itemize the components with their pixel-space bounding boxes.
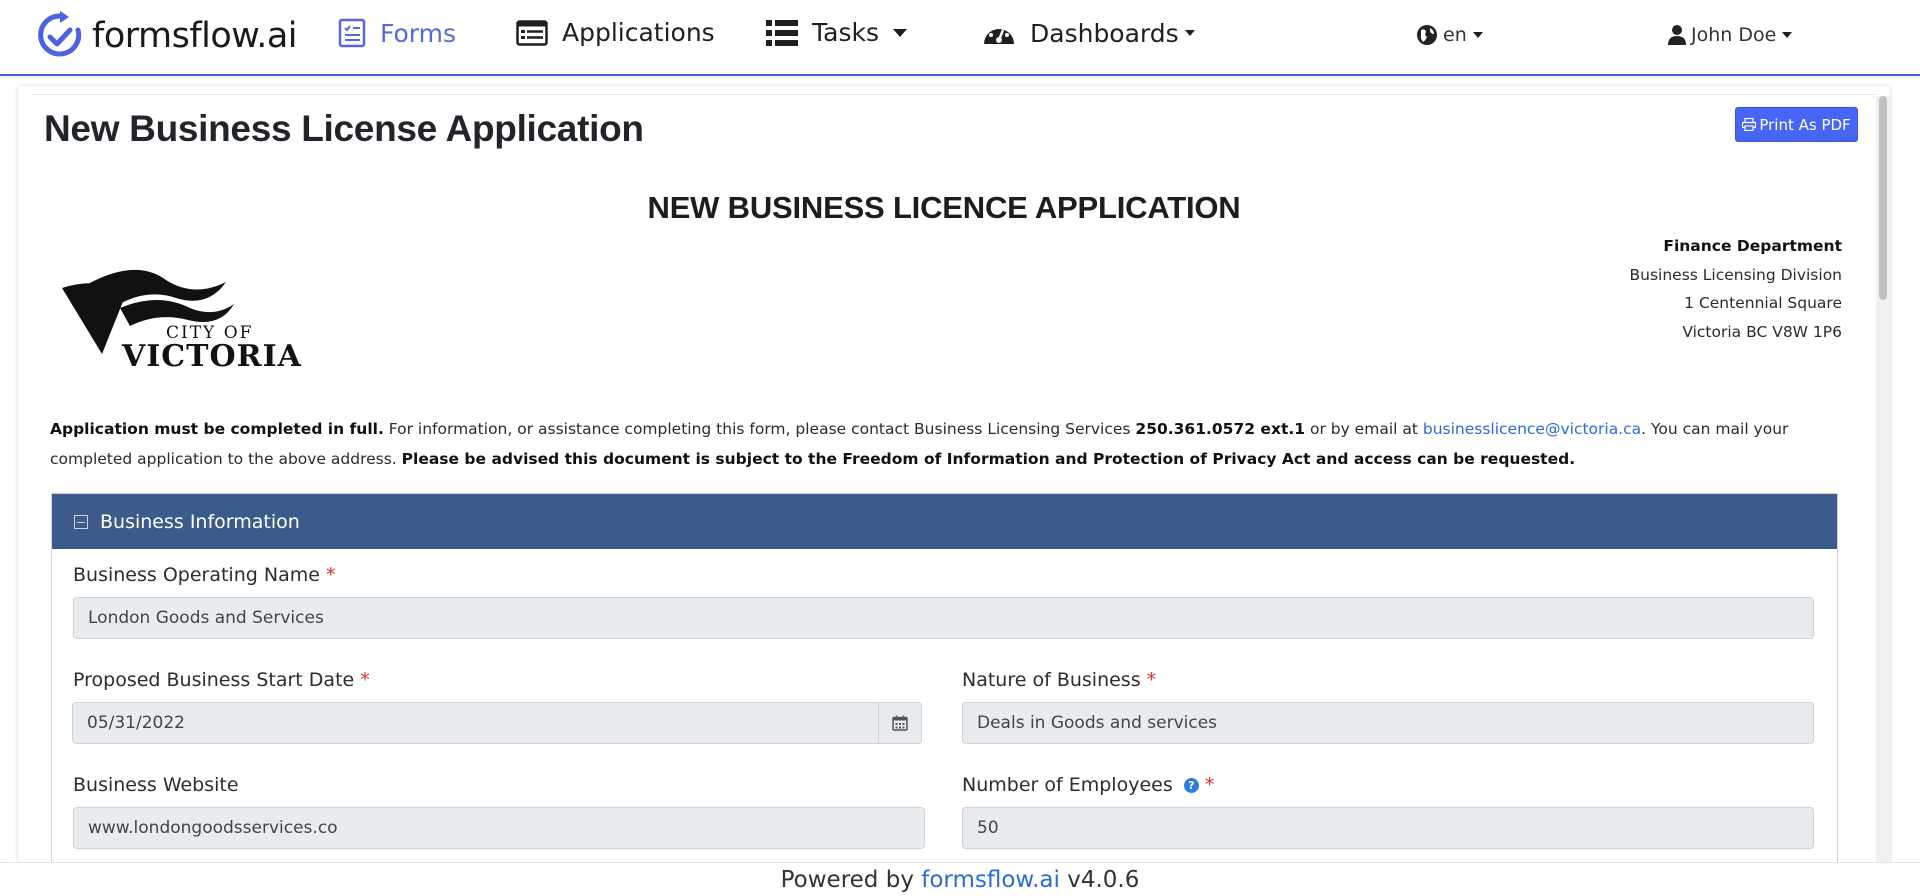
language-selector[interactable]: en [1416, 24, 1483, 46]
required-marker: * [1146, 669, 1157, 691]
user-menu[interactable]: John Doe [1668, 24, 1793, 46]
employees-label: Number of Employees ? * [962, 774, 1214, 796]
intro-text-1: For information, or assistance completin… [383, 420, 1136, 438]
forms-icon [338, 18, 366, 48]
operating-name-value: London Goods and Services [88, 608, 324, 628]
user-icon [1668, 25, 1686, 45]
divider [32, 94, 1876, 95]
employees-value: 50 [977, 818, 999, 838]
required-marker: * [1204, 774, 1215, 796]
start-date-input[interactable]: 05/31/2022 [72, 702, 879, 744]
footer: Powered by formsflow.ai v4.0.6 [0, 862, 1920, 896]
help-icon[interactable]: ? [1183, 778, 1199, 793]
operating-name-input[interactable]: London Goods and Services [73, 597, 1814, 639]
nav-applications[interactable]: Applications [516, 18, 715, 47]
address-street: 1 Centennial Square [1684, 294, 1842, 312]
intro-paragraph: Application must be completed in full. F… [50, 414, 1850, 474]
applications-icon [516, 19, 548, 46]
chevron-down-icon [1184, 30, 1195, 36]
footer-prefix: Powered by [780, 867, 922, 893]
business-information-panel: Business Information Business Operating … [51, 493, 1838, 862]
top-navbar: formsflow.ai Forms Applications Tasks Da… [0, 0, 1920, 76]
chevron-down-icon [1782, 32, 1793, 38]
form-card: New Business License Application Print A… [18, 86, 1890, 862]
intro-phone: 250.361.0572 ext.1 [1135, 420, 1306, 438]
brand[interactable]: formsflow.ai [36, 10, 298, 62]
tasks-icon [766, 19, 798, 46]
nav-dashboards[interactable]: Dashboards [982, 18, 1195, 48]
website-label-text: Business Website [73, 774, 239, 796]
address-division: Business Licensing Division [1629, 265, 1842, 284]
page-title: New Business License Application [44, 108, 644, 149]
nature-label-text: Nature of Business [962, 669, 1141, 691]
globe-icon [1417, 25, 1437, 45]
website-value: www.londongoodsservices.co [88, 818, 338, 838]
intro-foi-notice: Please be advised this document is subje… [401, 450, 1576, 468]
vertical-scrollbar[interactable] [1876, 96, 1890, 862]
start-date-label-text: Proposed Business Start Date [73, 669, 355, 691]
footer-link[interactable]: formsflow.ai [921, 867, 1060, 893]
nav-forms-label: Forms [380, 18, 457, 48]
nav-forms[interactable]: Forms [338, 18, 456, 48]
required-marker: * [360, 669, 370, 691]
date-picker-button[interactable] [878, 702, 922, 744]
address-city: Victoria BC V8W 1P6 [1682, 322, 1842, 341]
address-department: Finance Department [1663, 237, 1842, 255]
footer-version: v4.0.6 [1059, 867, 1140, 893]
calendar-icon [892, 715, 908, 731]
print-pdf-label: Print As PDF [1759, 115, 1851, 134]
panel-title: Business Information [100, 510, 300, 533]
start-date-label: Proposed Business Start Date * [73, 669, 370, 691]
language-label: en [1443, 24, 1467, 46]
logo-text-line2: VICTORIA [122, 339, 302, 374]
address-block: Finance Department Business Licensing Di… [1630, 232, 1842, 346]
nature-value: Deals in Goods and services [977, 713, 1218, 733]
operating-name-label: Business Operating Name * [73, 564, 335, 586]
nav-tasks-label: Tasks [812, 18, 879, 47]
scrollbar-thumb[interactable] [1879, 96, 1887, 300]
intro-text-2: or by email at [1305, 420, 1423, 438]
website-input[interactable]: www.londongoodsservices.co [73, 807, 925, 849]
form-heading: NEW BUSINESS LICENCE APPLICATION [647, 190, 1241, 225]
collapse-icon[interactable] [74, 514, 88, 529]
nav-dashboards-label: Dashboards [1030, 18, 1179, 48]
formsflow-logo-icon [38, 11, 82, 57]
nav-tasks[interactable]: Tasks [766, 18, 907, 47]
print-icon [1742, 118, 1757, 131]
employees-label-text: Number of Employees [962, 774, 1173, 796]
nature-label: Nature of Business * [962, 669, 1156, 691]
user-name: John Doe [1691, 24, 1777, 46]
brand-name: formsflow.ai [92, 16, 298, 56]
panel-header[interactable]: Business Information [52, 494, 1837, 549]
website-label: Business Website [73, 774, 239, 796]
required-marker: * [325, 564, 336, 586]
dashboards-icon [984, 26, 1014, 44]
start-date-value: 05/31/2022 [87, 713, 185, 733]
operating-name-label-text: Business Operating Name [73, 564, 320, 586]
nav-applications-label: Applications [562, 18, 715, 47]
intro-email-link[interactable]: businesslicence@victoria.ca [1423, 420, 1641, 438]
intro-bold-notice: Application must be completed in full. [50, 420, 384, 438]
print-pdf-button[interactable]: Print As PDF [1735, 107, 1858, 142]
chevron-down-icon [892, 28, 907, 37]
chevron-down-icon [1472, 32, 1483, 38]
nature-input[interactable]: Deals in Goods and services [962, 702, 1814, 744]
employees-input[interactable]: 50 [962, 807, 1814, 849]
